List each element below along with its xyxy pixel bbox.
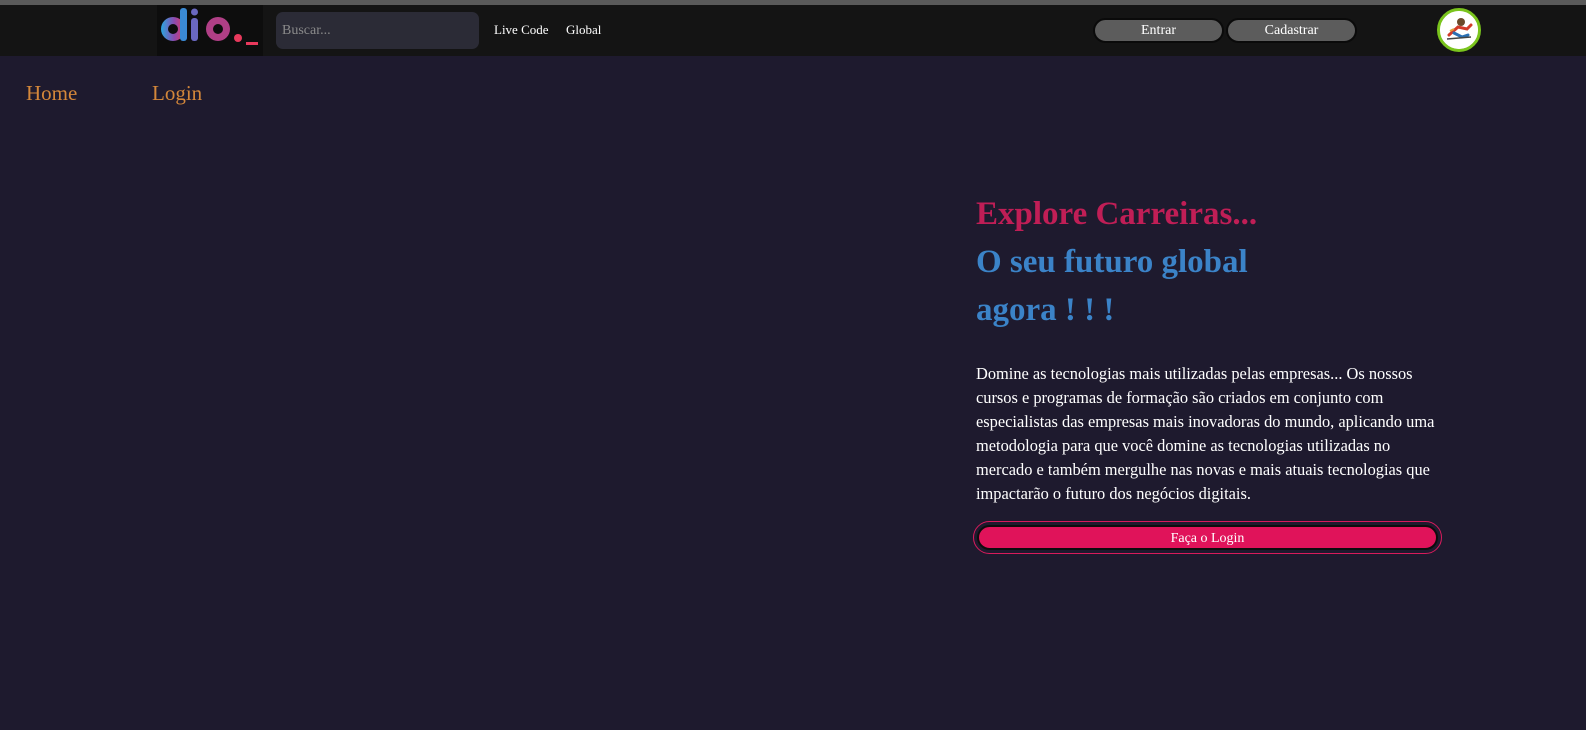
nav-link-global[interactable]: Global	[566, 22, 601, 38]
hero-title: Explore Carreiras... O seu futuro global…	[976, 190, 1446, 334]
hero-section: Explore Carreiras... O seu futuro global…	[976, 190, 1446, 506]
hero-description: Domine as tecnologias mais utilizadas pe…	[976, 364, 1435, 503]
nav-login[interactable]: Login	[152, 80, 202, 106]
user-avatar-icon	[1440, 11, 1478, 49]
entrar-button[interactable]: Entrar	[1093, 18, 1224, 43]
faca-login-button[interactable]: Faça o Login	[977, 525, 1438, 550]
nav-home[interactable]: Home	[26, 80, 77, 106]
hero-title-line2: O seu futuro global	[976, 244, 1248, 280]
dio-logo-icon	[161, 8, 258, 45]
login-button-outline: Faça o Login	[973, 521, 1442, 554]
hero-title-line3: agora ! ! !	[976, 292, 1115, 328]
hero-title-line1: Explore Carreiras...	[976, 196, 1258, 232]
top-header: Live Code Global Entrar Cadastrar	[0, 5, 1586, 56]
search-input[interactable]	[276, 12, 479, 49]
nav-link-live-code[interactable]: Live Code	[494, 22, 549, 38]
dio-logo[interactable]	[157, 5, 263, 56]
user-avatar[interactable]	[1437, 8, 1481, 52]
cadastrar-button[interactable]: Cadastrar	[1226, 18, 1357, 43]
